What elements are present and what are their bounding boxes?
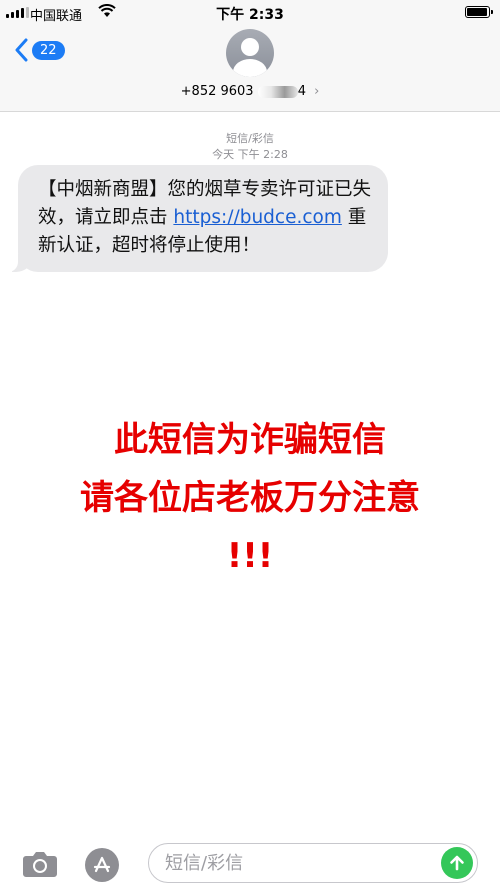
scam-warning-line2: 请各位店老板万分注意 <box>80 478 420 518</box>
status-time: 下午 2:33 <box>216 7 284 23</box>
contact-number-suffix: 4 <box>297 84 306 99</box>
unread-count-badge: 22 <box>32 40 65 60</box>
message-type-label: 短信/彩信 <box>226 132 274 145</box>
chevron-right-icon: › <box>314 84 320 99</box>
camera-icon[interactable] <box>22 850 58 878</box>
message-timestamp: 今天 下午 2:28 <box>212 148 288 161</box>
contact-number[interactable]: +852 9603 4 › <box>0 84 500 99</box>
contact-avatar[interactable] <box>226 29 274 77</box>
back-button[interactable]: 22 <box>14 38 65 62</box>
contact-number-prefix: +852 9603 <box>180 84 254 99</box>
chevron-left-icon <box>15 38 28 62</box>
app-store-icon[interactable] <box>85 848 119 882</box>
status-bar: 中国联通 下午 2:33 <box>0 0 500 26</box>
redaction-smudge <box>257 85 298 98</box>
message-link[interactable]: https://budce.com <box>173 207 341 228</box>
battery-level-fill <box>467 8 487 16</box>
app-store-glyph <box>93 856 111 873</box>
scam-warning-line3: !!! <box>226 536 274 576</box>
scam-warning-line1: 此短信为诈骗短信 <box>114 420 386 460</box>
message-field[interactable] <box>148 843 478 883</box>
message-input[interactable] <box>149 844 409 882</box>
compose-bar <box>0 836 500 889</box>
send-button[interactable] <box>441 847 473 879</box>
battery-icon <box>465 6 493 18</box>
arrow-up-icon <box>450 855 464 871</box>
conversation-header: 22 +852 9603 4 › <box>0 26 500 112</box>
person-icon <box>241 38 259 56</box>
person-icon-body <box>233 59 267 77</box>
incoming-message-bubble[interactable]: 【中烟新商盟】您的烟草专卖许可证已失效，请立即点击 https://budce.… <box>6 165 388 272</box>
